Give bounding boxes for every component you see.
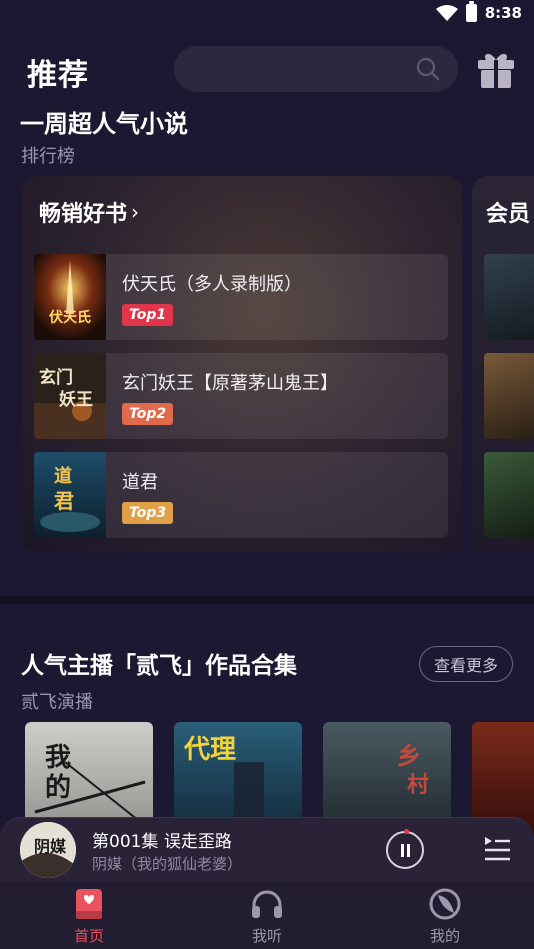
svg-text:乡: 乡 [397, 741, 421, 770]
status-time: 8:38 [484, 4, 522, 22]
rank-item-title: 伏天氏（多人录制版） [122, 274, 302, 295]
planet-icon [429, 888, 461, 920]
gift-icon[interactable] [476, 48, 516, 90]
search-icon [416, 57, 440, 81]
svg-text:玄门: 玄门 [39, 367, 73, 388]
headphones-icon [252, 890, 282, 918]
svg-text:我: 我 [45, 743, 71, 773]
nav-home[interactable]: 首页 [0, 881, 178, 949]
app-screen: 8:38 推荐 一周超人气小说 排行榜 畅销好书 › 伏天氏 伏天氏（多人录制版… [0, 0, 534, 949]
section-divider [0, 596, 534, 604]
pause-button[interactable] [386, 829, 424, 869]
top-header: 推荐 [0, 30, 534, 108]
progress-dot [404, 829, 409, 834]
section-title: 一周超人气小说 [20, 110, 188, 138]
member-heading: 会员 [486, 202, 531, 227]
svg-text:的: 的 [45, 772, 71, 803]
wifi-icon [435, 5, 458, 21]
nav-listen[interactable]: 我听 [178, 881, 356, 949]
svg-text:妖王: 妖王 [59, 389, 93, 410]
member-card[interactable]: 会员 [472, 176, 534, 552]
bestseller-card[interactable]: 畅销好书 › 伏天氏 伏天氏（多人录制版） Top1 玄门 妖王 玄门妖王【原著… [22, 176, 462, 552]
rank-item-title: 玄门妖王【原著茅山鬼王】 [122, 373, 338, 394]
bestseller-heading-label: 畅销好书 [39, 202, 128, 227]
book-cover [484, 452, 534, 538]
rank-item-1[interactable]: 伏天氏 伏天氏（多人录制版） Top1 [34, 254, 448, 340]
view-more-button[interactable]: 查看更多 [419, 646, 513, 682]
rank-item-2[interactable]: 玄门 妖王 玄门妖王【原著茅山鬼王】 Top2 [34, 353, 448, 439]
svg-text:代理: 代理 [183, 735, 236, 765]
player-cover: 阴媒 [20, 822, 76, 878]
book-cover: 道 君 [34, 452, 106, 538]
mini-player[interactable]: 阴媒 第001集 误走歪路 阴媒（我的狐仙老婆） [0, 817, 534, 881]
svg-text:阴媒: 阴媒 [34, 837, 67, 856]
svg-text:道: 道 [54, 465, 72, 487]
rank-badge: Top1 [122, 304, 174, 326]
rank-item-3[interactable]: 道 君 道君 Top3 [34, 452, 448, 538]
chevron-right-icon: › [131, 200, 140, 224]
anchor-section-title: 人气主播「贰飞」作品合集 [21, 653, 297, 679]
nav-mine[interactable]: 我的 [356, 881, 534, 949]
player-album-name: 阴媒（我的狐仙老婆） [92, 855, 243, 873]
book-cover [484, 254, 534, 340]
section-subtitle: 排行榜 [21, 146, 75, 167]
book-cover: 玄门 妖王 [34, 353, 106, 439]
svg-text:君: 君 [54, 489, 74, 513]
rank-item-title: 道君 [122, 472, 158, 493]
book-cover: 伏天氏 [34, 254, 106, 340]
player-episode-title: 第001集 误走歪路 [92, 832, 232, 852]
bestseller-heading[interactable]: 畅销好书 › [39, 196, 139, 228]
nav-label: 首页 [73, 927, 104, 945]
svg-text:伏天氏: 伏天氏 [49, 309, 91, 326]
bottom-navigation: 首页 我听 我的 [0, 881, 534, 949]
book-cover [484, 353, 534, 439]
search-input[interactable] [174, 46, 458, 92]
anchor-section-subtitle: 贰飞演播 [21, 692, 93, 713]
page-title: 推荐 [27, 58, 89, 93]
nav-label: 我的 [429, 927, 460, 945]
playlist-icon[interactable] [482, 834, 512, 866]
rank-badge: Top3 [122, 502, 174, 524]
rank-badge: Top2 [122, 403, 174, 425]
book-icon [76, 889, 102, 919]
status-bar: 8:38 [0, 0, 534, 30]
svg-text:村: 村 [407, 772, 429, 798]
nav-label: 我听 [251, 927, 282, 945]
battery-icon [465, 1, 477, 22]
